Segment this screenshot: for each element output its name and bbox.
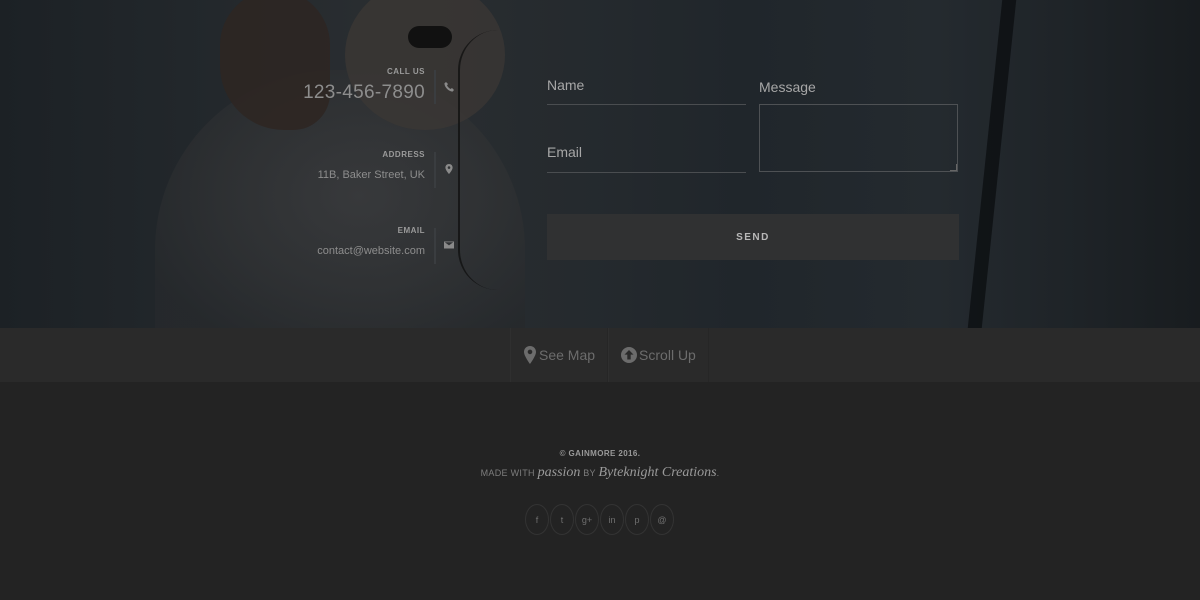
- email-icon[interactable]: @: [650, 504, 674, 535]
- google-plus-icon[interactable]: g+: [575, 504, 599, 535]
- scroll-up-label: Scroll Up: [639, 347, 696, 363]
- headset-cable: [458, 30, 498, 290]
- credits-period: .: [716, 468, 720, 478]
- twitter-icon[interactable]: t: [550, 504, 574, 535]
- copyright-text: © GAINMORE 2016.: [559, 449, 641, 458]
- map-marker-icon: [443, 164, 455, 176]
- email-input[interactable]: [547, 145, 746, 171]
- address-label: ADDRESS: [382, 150, 425, 159]
- envelope-icon: [443, 240, 455, 252]
- contact-phone: CALL US 123-456-7890: [303, 67, 425, 104]
- linkedin-icon[interactable]: in: [600, 504, 624, 535]
- phone-icon: [443, 82, 455, 94]
- author-link[interactable]: Byteknight Creations: [599, 465, 717, 480]
- name-input[interactable]: [547, 78, 746, 104]
- passion-text: passion: [537, 465, 581, 480]
- contact-address: ADDRESS 11B, Baker Street, UK: [318, 150, 425, 181]
- address-divider: [434, 152, 436, 188]
- name-underline: [547, 104, 746, 105]
- action-links: See Map Scroll Up: [510, 328, 709, 382]
- social-links: f t g+ in p @: [525, 504, 674, 535]
- phone-divider: [434, 70, 436, 104]
- facebook-icon[interactable]: f: [525, 504, 549, 535]
- email-label: EMAIL: [397, 226, 425, 235]
- email-underline: [547, 172, 746, 173]
- message-textarea[interactable]: [759, 104, 958, 172]
- phone-number[interactable]: 123-456-7890: [303, 82, 425, 104]
- by-text: BY: [583, 468, 596, 478]
- see-map-label: See Map: [539, 347, 596, 363]
- pinterest-icon[interactable]: p: [625, 504, 649, 535]
- email-address[interactable]: contact@website.com: [317, 245, 425, 257]
- action-bar: See Map Scroll Up: [0, 328, 1200, 382]
- headset-microphone: [408, 26, 452, 48]
- arrow-up-circle-icon: [621, 347, 638, 363]
- email-divider: [434, 228, 436, 264]
- address-value: 11B, Baker Street, UK: [317, 169, 425, 181]
- message-label: Message: [759, 79, 816, 95]
- scroll-up-link[interactable]: Scroll Up: [608, 328, 709, 382]
- see-map-link[interactable]: See Map: [510, 328, 609, 382]
- background-window-frame: [967, 0, 1017, 328]
- textarea-resize-handle[interactable]: [950, 164, 957, 171]
- credits-line: MADE WITH passion BY Byteknight Creation…: [0, 465, 1200, 481]
- made-with-text: MADE WITH: [480, 468, 535, 478]
- call-us-label: CALL US: [386, 67, 425, 76]
- contact-section: CALL US 123-456-7890 ADDRESS 11B, Baker …: [0, 0, 1200, 328]
- map-pin-icon: [524, 346, 536, 364]
- contact-email: EMAIL contact@website.com: [317, 226, 425, 257]
- send-button[interactable]: SEND: [547, 214, 959, 260]
